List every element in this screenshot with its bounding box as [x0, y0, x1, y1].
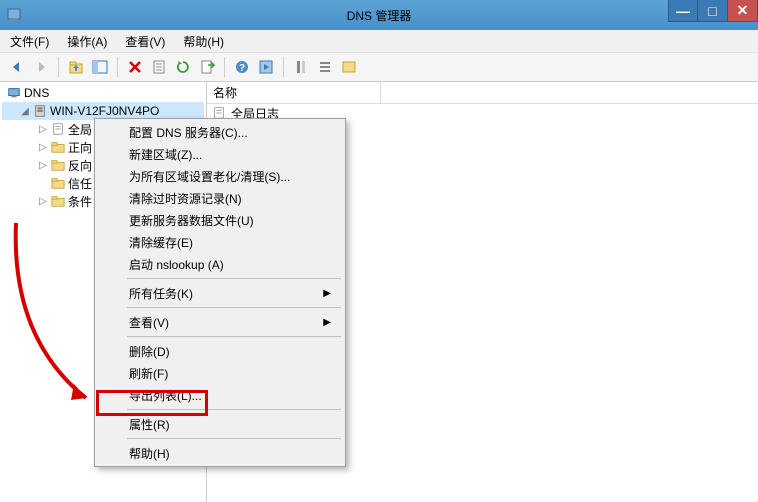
- tree-root-dns[interactable]: DNS: [2, 84, 204, 102]
- log-icon: [50, 121, 66, 137]
- ctx-label: 删除(D): [129, 343, 170, 360]
- tree-server-label: WIN-V12FJ0NV4PO: [50, 104, 159, 118]
- forward-button[interactable]: [30, 56, 52, 78]
- back-button[interactable]: [6, 56, 28, 78]
- ctx-new-zone[interactable]: 新建区域(Z)...: [97, 143, 343, 165]
- list-icon[interactable]: [314, 56, 336, 78]
- menubar: 文件(F) 操作(A) 查看(V) 帮助(H): [0, 30, 758, 52]
- ctx-label: 配置 DNS 服务器(C)...: [129, 124, 248, 141]
- filter-icon[interactable]: [338, 56, 360, 78]
- context-menu: 配置 DNS 服务器(C)... 新建区域(Z)... 为所有区域设置老化/清理…: [94, 118, 346, 467]
- list-header: 名称: [207, 82, 758, 104]
- properties-icon[interactable]: [148, 56, 170, 78]
- column-icon[interactable]: [290, 56, 312, 78]
- expander-icon[interactable]: ◢: [20, 106, 30, 116]
- ctx-label: 启动 nslookup (A): [129, 256, 224, 273]
- ctx-label: 更新服务器数据文件(U): [129, 212, 254, 229]
- show-hide-tree-icon[interactable]: [89, 56, 111, 78]
- ctx-nslookup[interactable]: 启动 nslookup (A): [97, 253, 343, 275]
- ctx-refresh[interactable]: 刷新(F): [97, 362, 343, 384]
- ctx-all-tasks[interactable]: 所有任务(K) ▶: [97, 282, 343, 304]
- ctx-label: 新建区域(Z)...: [129, 146, 202, 163]
- titlebar-buttons: — □ ✕: [668, 0, 758, 22]
- toolbar-separator: [58, 57, 59, 77]
- ctx-delete[interactable]: 删除(D): [97, 340, 343, 362]
- folder-icon: [50, 193, 66, 209]
- ctx-label: 清除缓存(E): [129, 234, 193, 251]
- ctx-configure-dns[interactable]: 配置 DNS 服务器(C)...: [97, 121, 343, 143]
- menu-help[interactable]: 帮助(H): [179, 31, 228, 52]
- tree-condition-label: 条件: [68, 193, 92, 210]
- folder-icon: [50, 139, 66, 155]
- ctx-update[interactable]: 更新服务器数据文件(U): [97, 209, 343, 231]
- export-icon[interactable]: [196, 56, 218, 78]
- expander-icon[interactable]: ▷: [38, 196, 48, 206]
- expander-icon[interactable]: ▷: [38, 142, 48, 152]
- toolbar-separator: [117, 57, 118, 77]
- ctx-label: 属性(R): [129, 416, 170, 433]
- menu-separator: [127, 278, 341, 279]
- tree-reverse-label: 反向: [68, 157, 92, 174]
- folder-icon: [50, 175, 66, 191]
- ctx-scavenge[interactable]: 清除过时资源记录(N): [97, 187, 343, 209]
- expander-icon[interactable]: ▷: [38, 124, 48, 134]
- menu-separator: [127, 438, 341, 439]
- column-header-name[interactable]: 名称: [207, 82, 381, 103]
- menu-separator: [127, 409, 341, 410]
- ctx-label: 导出列表(L)...: [129, 387, 202, 404]
- window-title: DNS 管理器: [347, 7, 412, 24]
- ctx-export[interactable]: 导出列表(L)...: [97, 384, 343, 406]
- minimize-button[interactable]: —: [668, 0, 698, 22]
- titlebar: DNS 管理器 — □ ✕: [0, 0, 758, 30]
- ctx-help[interactable]: 帮助(H): [97, 442, 343, 464]
- menu-separator: [127, 336, 341, 337]
- ctx-aging[interactable]: 为所有区域设置老化/清理(S)...: [97, 165, 343, 187]
- tree-forward-label: 正向: [68, 139, 92, 156]
- dns-root-icon: [6, 85, 22, 101]
- dns-app-icon: [6, 7, 22, 23]
- close-button[interactable]: ✕: [728, 0, 758, 22]
- svg-text:?: ?: [239, 63, 245, 74]
- ctx-label: 刷新(F): [129, 365, 168, 382]
- toolbar-separator: [283, 57, 284, 77]
- ctx-label: 查看(V): [129, 314, 169, 331]
- tree-trust-label: 信任: [68, 175, 92, 192]
- toolbar-separator: [224, 57, 225, 77]
- ctx-label: 帮助(H): [129, 445, 170, 462]
- maximize-button[interactable]: □: [698, 0, 728, 22]
- ctx-label: 为所有区域设置老化/清理(S)...: [129, 168, 290, 185]
- menu-action[interactable]: 操作(A): [63, 31, 111, 52]
- ctx-label: 清除过时资源记录(N): [129, 190, 242, 207]
- menu-separator: [127, 307, 341, 308]
- server-icon: [32, 103, 48, 119]
- action-icon[interactable]: [255, 56, 277, 78]
- ctx-view[interactable]: 查看(V) ▶: [97, 311, 343, 333]
- submenu-arrow-icon: ▶: [323, 288, 331, 299]
- help-icon[interactable]: ?: [231, 56, 253, 78]
- ctx-properties[interactable]: 属性(R): [97, 413, 343, 435]
- menu-file[interactable]: 文件(F): [6, 31, 53, 52]
- folder-icon: [50, 157, 66, 173]
- menu-view[interactable]: 查看(V): [121, 31, 169, 52]
- delete-icon[interactable]: [124, 56, 146, 78]
- toolbar: ?: [0, 52, 758, 82]
- expander-spacer: [38, 178, 48, 188]
- ctx-clear-cache[interactable]: 清除缓存(E): [97, 231, 343, 253]
- up-icon[interactable]: [65, 56, 87, 78]
- ctx-label: 所有任务(K): [129, 285, 193, 302]
- refresh-icon[interactable]: [172, 56, 194, 78]
- tree-root-label: DNS: [24, 86, 49, 100]
- expander-icon[interactable]: ▷: [38, 160, 48, 170]
- tree-global-label: 全局: [68, 121, 92, 138]
- submenu-arrow-icon: ▶: [323, 317, 331, 328]
